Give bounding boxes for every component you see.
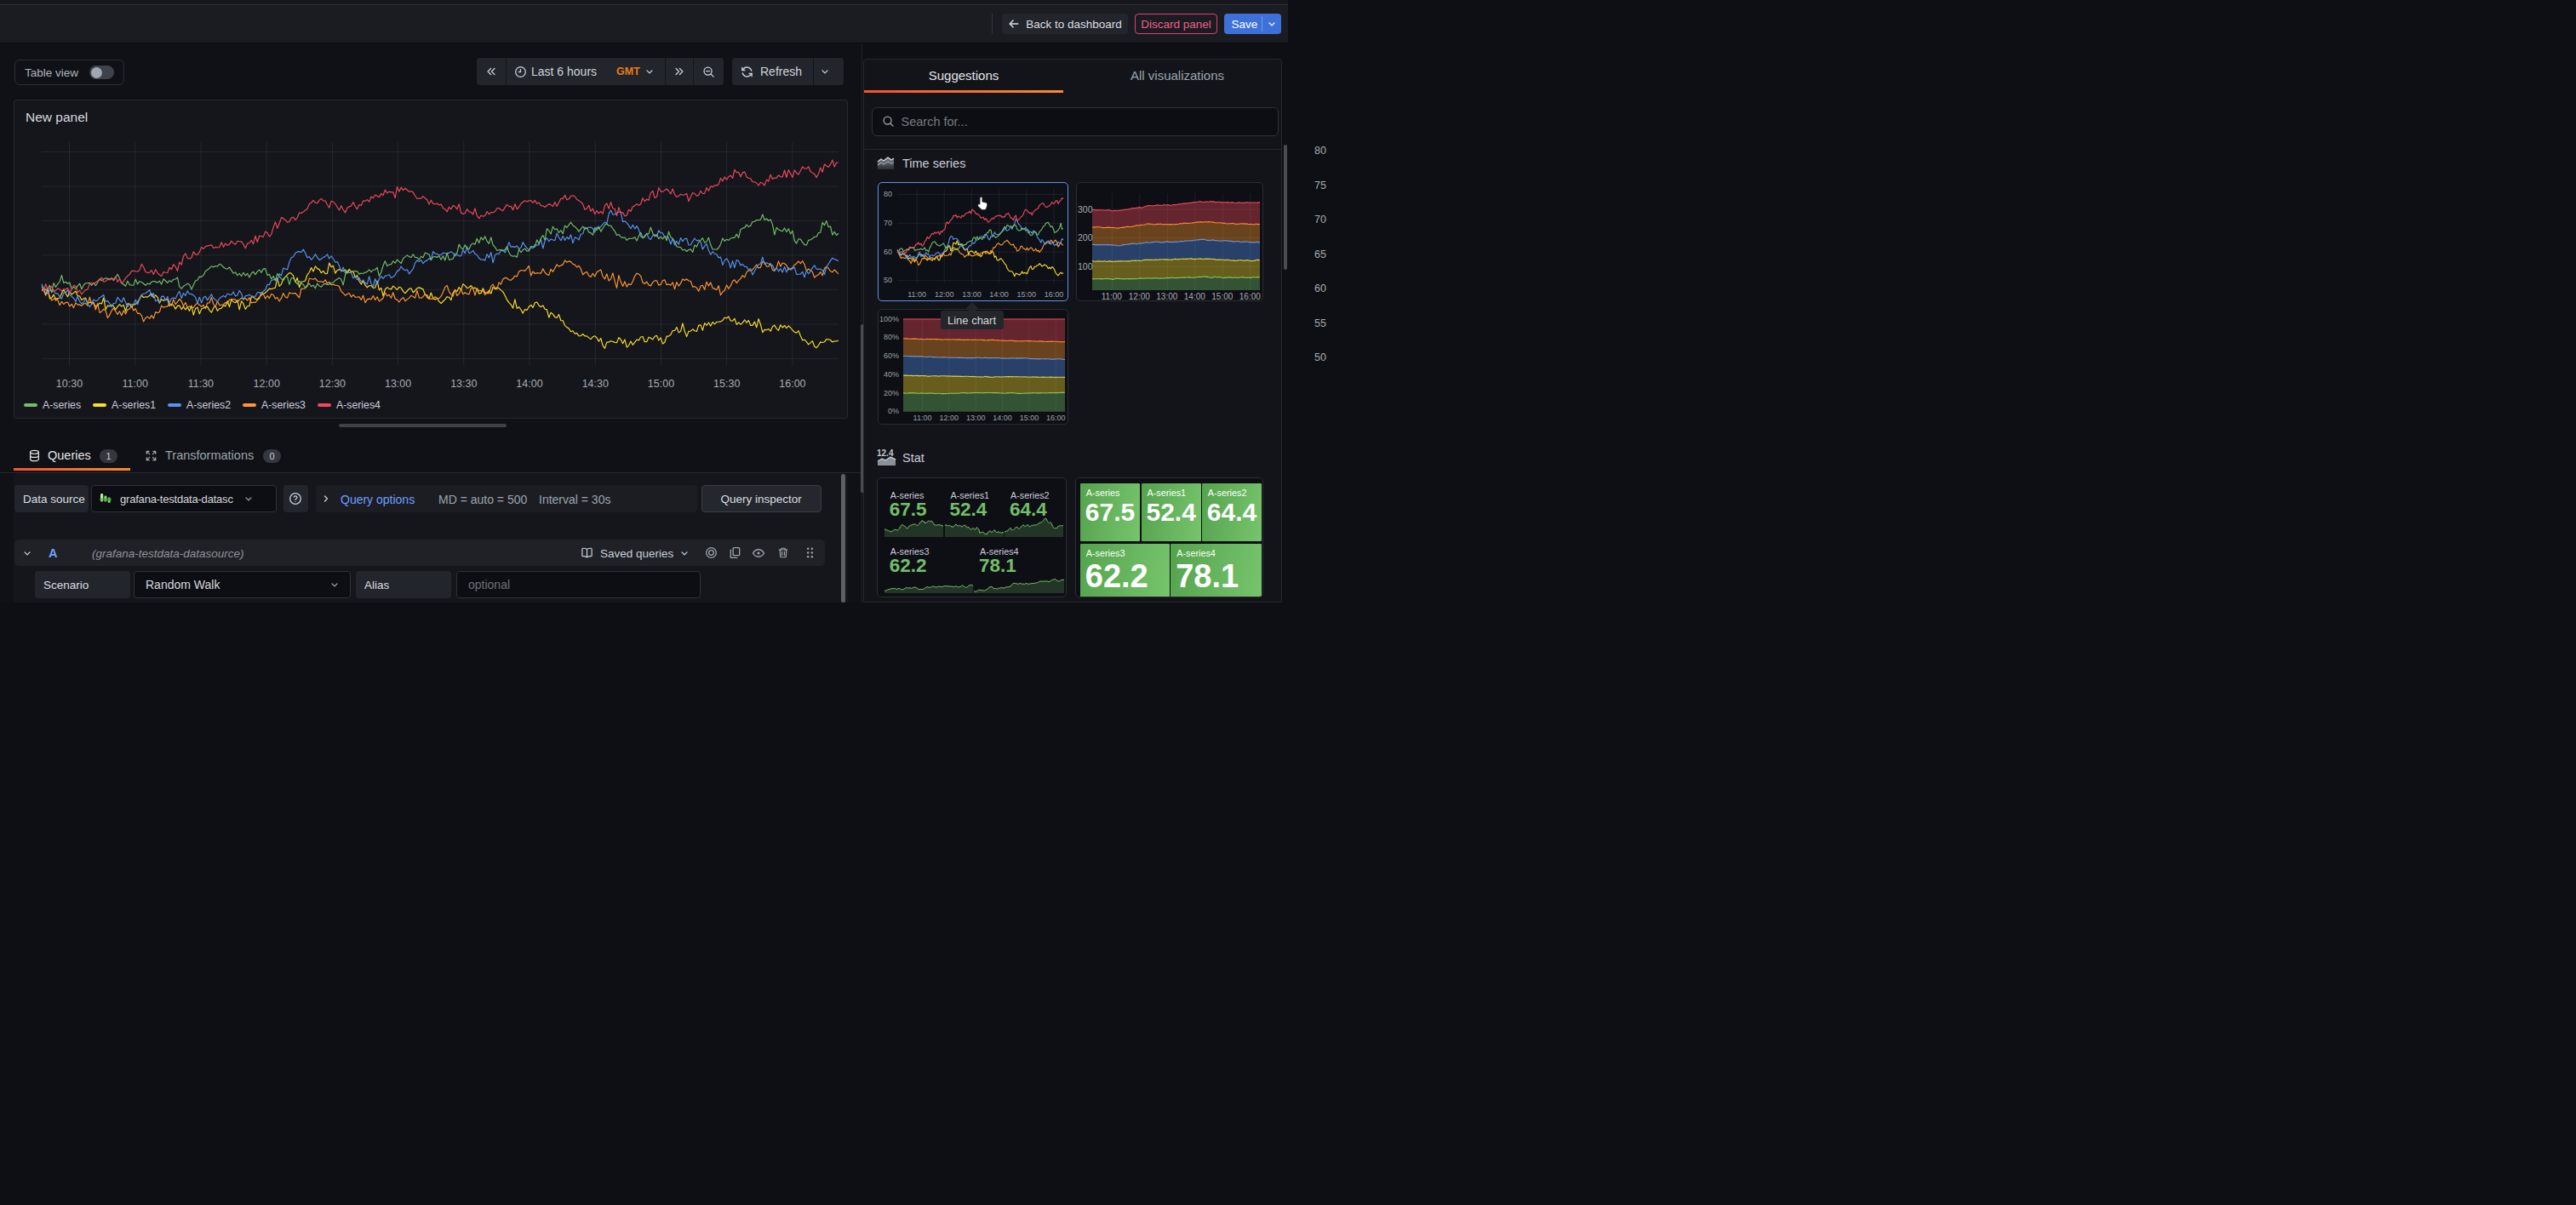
svg-text:12.4: 12.4 xyxy=(877,448,894,458)
